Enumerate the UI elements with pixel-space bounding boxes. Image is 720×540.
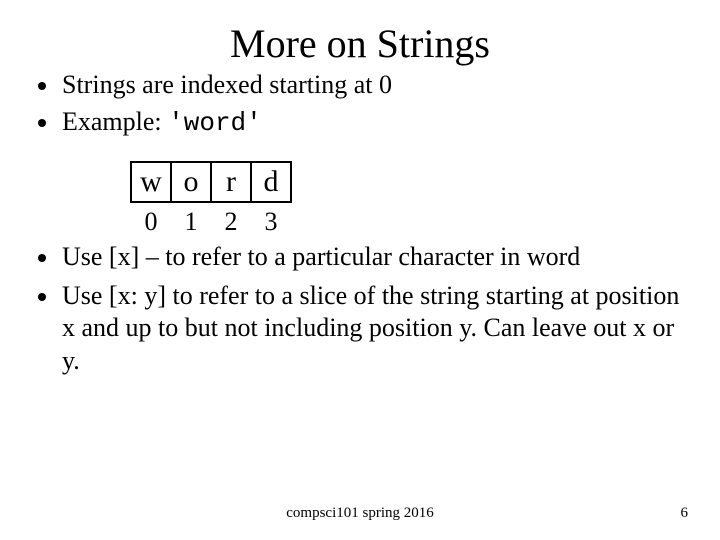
- bullet-list-top: Strings are indexed starting at 0 Exampl…: [60, 69, 680, 139]
- footer-text: compsci101 spring 2016: [0, 505, 720, 522]
- code-literal: 'word': [168, 108, 262, 138]
- index-label: 1: [170, 207, 212, 237]
- bullet-item: Use [x: y] to refer to a slice of the st…: [60, 280, 680, 378]
- page-number: 6: [681, 505, 689, 522]
- bullet-item: Strings are indexed starting at 0: [60, 69, 680, 102]
- string-diagram: w o r d 0 1 2 3: [130, 161, 680, 237]
- index-label: 2: [210, 207, 252, 237]
- index-label: 3: [250, 207, 292, 237]
- char-cell: o: [170, 161, 212, 203]
- bullet-list-bottom: Use [x] – to refer to a particular chara…: [60, 241, 680, 377]
- char-cell: r: [210, 161, 252, 203]
- bullet-item: Example: 'word': [60, 106, 680, 140]
- char-cell: d: [250, 161, 292, 203]
- index-row: 0 1 2 3: [130, 207, 680, 237]
- slide-title: More on Strings: [40, 20, 680, 67]
- char-cells: w o r d: [130, 161, 680, 203]
- slide: More on Strings Strings are indexed star…: [0, 0, 720, 540]
- index-label: 0: [130, 207, 172, 237]
- bullet-item: Use [x] – to refer to a particular chara…: [60, 241, 680, 274]
- char-cell: w: [130, 161, 172, 203]
- bullet-text: Example:: [62, 107, 168, 136]
